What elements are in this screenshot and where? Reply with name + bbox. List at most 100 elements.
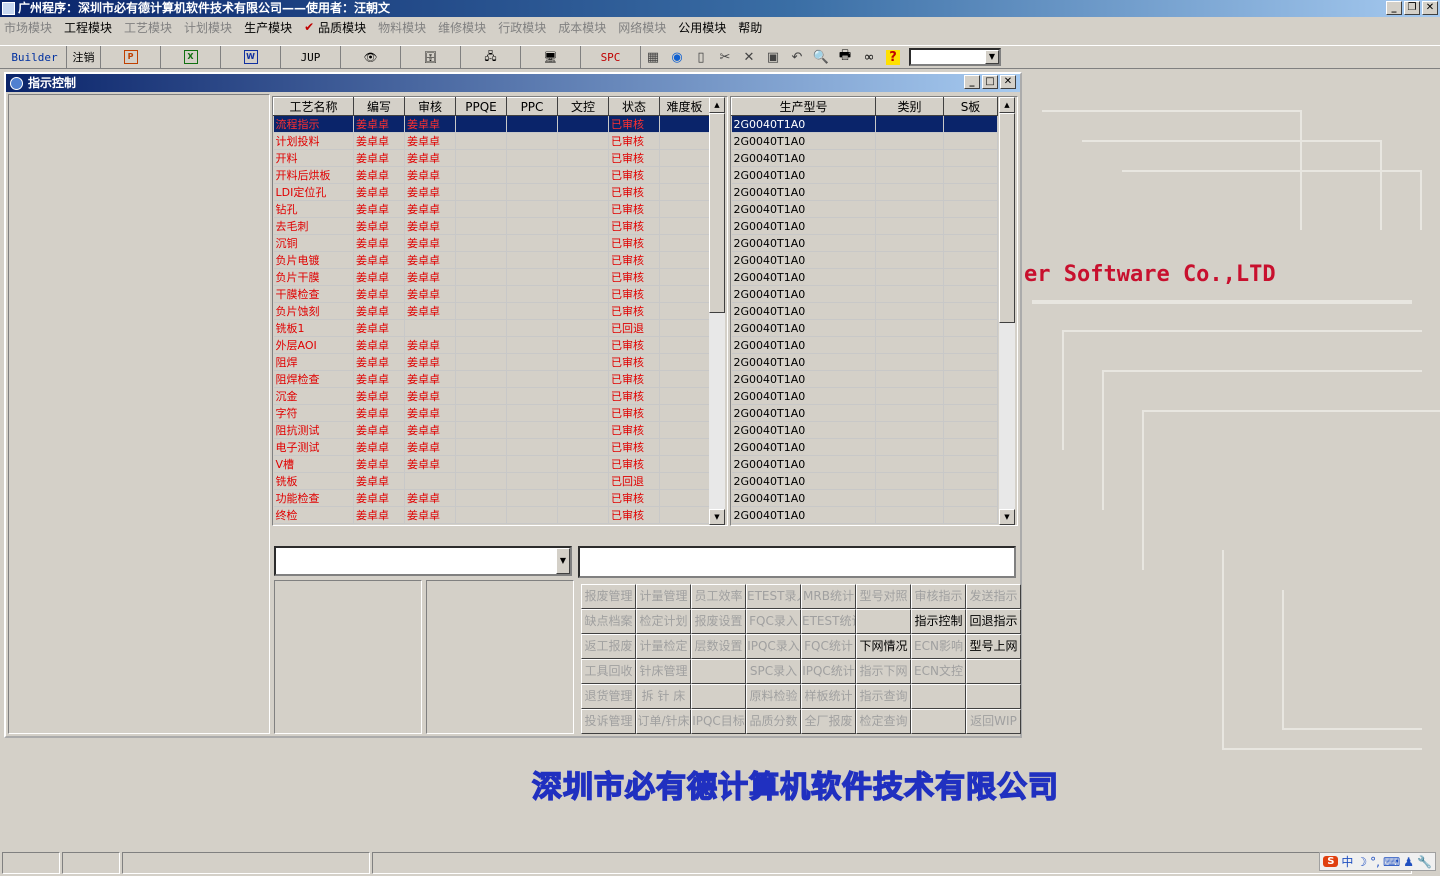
function-button[interactable]: IPQC录入 [746,634,801,659]
minimize-button[interactable]: _ [1386,1,1402,15]
new-button[interactable]: ▯ [689,46,713,68]
ime-tray[interactable]: S 中 ☽ °, ⌨ ♟ 🔧 [1319,852,1436,871]
table-row[interactable]: 开料后烘板 姜卓卓 姜卓卓 已审核 [273,166,710,184]
function-button[interactable]: 拆 针 床 [636,684,691,709]
table-row[interactable]: 2G0040T1A0 [731,489,998,507]
column-header[interactable]: 文控 [557,97,609,116]
toolbar-combo[interactable]: ▼ [909,48,1001,66]
close-button[interactable]: ✕ [1422,1,1438,15]
child-minimize-button[interactable]: _ [964,75,980,89]
function-button[interactable]: 返工报废 [581,634,636,659]
function-button[interactable]: 指示控制 [911,609,966,634]
column-header[interactable]: 状态 [608,97,660,116]
scroll-down-icon[interactable]: ▼ [709,509,725,525]
computer-button[interactable]: 🖥 [521,46,581,68]
function-button[interactable]: 工具回收 [581,659,636,684]
archive-button[interactable]: 🗄 [401,46,461,68]
function-button[interactable]: 针床管理 [636,659,691,684]
preview-button[interactable]: 🔍 [809,46,833,68]
table-row[interactable]: 2G0040T1A0 [731,506,998,524]
table-row[interactable]: V槽 姜卓卓 姜卓卓 已审核 [273,455,710,473]
table-row[interactable]: 2G0040T1A0 [731,234,998,252]
view-button[interactable]: 👁 [341,46,401,68]
table-row[interactable]: 干膜检查 姜卓卓 姜卓卓 已审核 [273,285,710,303]
function-button[interactable]: FQC统计 [801,634,856,659]
function-button[interactable]: 指示查询 [856,684,911,709]
function-button[interactable]: 缺点档案 [581,609,636,634]
process-table-scrollbar[interactable]: ▲ ▼ [709,97,725,525]
column-header[interactable]: 工艺名称 [273,97,354,116]
scroll-thumb[interactable] [709,113,725,313]
cut-button[interactable]: ✂ [713,46,737,68]
word-button[interactable]: W [221,46,281,68]
menu-item-2[interactable]: 工艺模块 [124,19,172,36]
menu-item-6[interactable]: 物料模块 [378,19,426,36]
scroll-up-icon[interactable]: ▲ [999,97,1015,113]
excel-button[interactable]: X [161,46,221,68]
column-header[interactable]: 审核 [404,97,456,116]
function-button[interactable] [691,659,746,684]
column-header[interactable]: PPC [506,97,558,116]
table-row[interactable]: 2G0040T1A0 [731,438,998,456]
table-row[interactable]: 2G0040T1A0 [731,183,998,201]
undo-button[interactable]: ↶ [785,46,809,68]
menu-item-5[interactable]: 品质模块 [318,19,366,36]
table-row[interactable]: 负片干膜 姜卓卓 姜卓卓 已审核 [273,268,710,286]
column-header[interactable]: 类别 [875,97,944,116]
table-row[interactable]: 电子测试 姜卓卓 姜卓卓 已审核 [273,438,710,456]
table-row[interactable]: 2G0040T1A0 [731,421,998,439]
table-row[interactable]: 2G0040T1A0 [731,115,998,133]
function-button[interactable] [911,684,966,709]
function-button[interactable]: FQC录入 [746,609,801,634]
table-row[interactable]: 2G0040T1A0 [731,404,998,422]
scroll-up-icon[interactable]: ▲ [709,97,725,113]
table-row[interactable]: 2G0040T1A0 [731,472,998,490]
builder-button[interactable]: Builder [3,46,67,68]
table-row[interactable]: 铣板1 姜卓卓 已回退 [273,319,710,337]
function-button[interactable]: 报废设置 [691,609,746,634]
function-button[interactable]: 退货管理 [581,684,636,709]
function-button[interactable]: 指示下网 [856,659,911,684]
table-row[interactable]: 功能检查 姜卓卓 姜卓卓 已审核 [273,489,710,507]
function-button[interactable] [911,709,966,734]
powerpoint-button[interactable]: P [101,46,161,68]
function-button[interactable]: 报废管理 [581,584,636,609]
function-button[interactable]: 返回WIP [966,709,1021,734]
function-button[interactable]: SPC录入 [746,659,801,684]
table-row[interactable]: 外层AOI 姜卓卓 姜卓卓 已审核 [273,336,710,354]
table-row[interactable]: 2G0040T1A0 [731,353,998,371]
browser-button[interactable]: ◉ [665,46,689,68]
table-row[interactable]: 负片蚀刻 姜卓卓 姜卓卓 已审核 [273,302,710,320]
menu-item-4[interactable]: 生产模块 [244,19,292,36]
function-button[interactable]: 原料检验 [746,684,801,709]
function-button[interactable]: 型号对照 [856,584,911,609]
chevron-down-icon[interactable]: ▼ [985,50,999,64]
function-button[interactable]: 订单/针床 [636,709,691,734]
function-button[interactable]: ETEST统计 [801,609,856,634]
function-button[interactable]: 审核指示 [911,584,966,609]
function-button[interactable]: MRB统计 [801,584,856,609]
table-row[interactable]: 开料 姜卓卓 姜卓卓 已审核 [273,149,710,167]
spc-button[interactable]: SPC [581,46,641,68]
function-button[interactable]: 计量管理 [636,584,691,609]
menu-item-8[interactable]: 行政模块 [498,19,546,36]
restore-button[interactable]: ❐ [1404,1,1420,15]
column-header[interactable]: 编写 [353,97,405,116]
table-row[interactable]: 2G0040T1A0 [731,302,998,320]
function-button[interactable]: 发送指示 [966,584,1021,609]
table-row[interactable]: 沉铜 姜卓卓 姜卓卓 已审核 [273,234,710,252]
function-button[interactable]: 样板统计 [801,684,856,709]
menu-item-0[interactable]: 市场模块 [4,19,52,36]
table-row[interactable]: 沉金 姜卓卓 姜卓卓 已审核 [273,387,710,405]
table-row[interactable]: 2G0040T1A0 [731,336,998,354]
print-button[interactable]: 🖶 [833,46,857,68]
table-row[interactable]: 钻孔 姜卓卓 姜卓卓 已审核 [273,200,710,218]
process-select[interactable]: ▼ [274,546,572,576]
function-button[interactable]: 检定查询 [856,709,911,734]
save-button[interactable]: ▣ [761,46,785,68]
table-row[interactable]: 2G0040T1A0 [731,268,998,286]
table-row[interactable]: 终检 姜卓卓 姜卓卓 已审核 [273,506,710,524]
function-button[interactable] [966,659,1021,684]
table-row[interactable]: 阻焊检查 姜卓卓 姜卓卓 已审核 [273,370,710,388]
menu-item-12[interactable]: 帮助 [738,19,762,36]
